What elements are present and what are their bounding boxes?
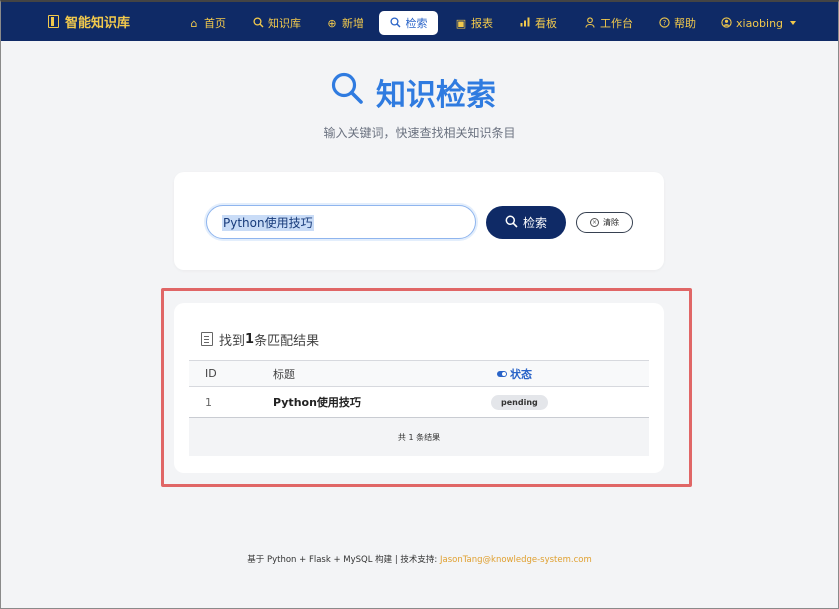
nav-item-knowledge-base[interactable]: 知识库	[250, 11, 303, 35]
help-icon: ?	[658, 16, 670, 30]
chevron-down-icon	[790, 21, 797, 25]
book-icon	[48, 15, 59, 28]
username: xiaobing	[736, 16, 784, 30]
user-circle-icon	[720, 16, 732, 30]
nav-item-label: 工作台	[600, 17, 633, 30]
clear-button[interactable]: × 清除	[576, 212, 633, 233]
highlight-box	[161, 288, 692, 487]
footer-email-link[interactable]: JasonTang@knowledge-system.com	[440, 555, 592, 565]
search-icon	[330, 71, 364, 113]
nav-item-label: 首页	[204, 17, 226, 30]
home-icon: ⌂	[190, 16, 198, 30]
page-footer: 基于 Python + Flask + MySQL 构建 | 技术支持: Jas…	[0, 553, 839, 565]
nav-item-label: 看板	[535, 17, 557, 30]
nav-item-help[interactable]: ? 帮助	[656, 11, 698, 35]
brand-logo[interactable]: 智能知识库	[48, 2, 130, 41]
nav-item-workbench[interactable]: 工作台	[582, 11, 635, 35]
page-subtitle: 输入关键词，快速查找相关知识条目	[323, 126, 516, 140]
nav-item-search[interactable]: 检索	[379, 11, 438, 35]
nav-item-home[interactable]: ⌂ 首页	[186, 11, 228, 35]
plus-circle-icon: ⊕	[327, 16, 337, 30]
svg-text:?: ?	[662, 19, 666, 27]
user-menu[interactable]: xiaobing	[718, 11, 798, 35]
nav-item-report[interactable]: ▣ 报表	[453, 11, 495, 35]
search-button-label: 检索	[522, 216, 547, 230]
nav-item-label: 帮助	[674, 17, 696, 30]
nav-item-label: 新增	[342, 17, 364, 30]
nav-item-label: 知识库	[268, 17, 301, 30]
bar-chart-icon	[519, 17, 531, 29]
page-title: 知识检索	[330, 71, 496, 113]
search-button[interactable]: 检索	[486, 206, 566, 239]
report-icon: ▣	[455, 16, 467, 30]
brand-name: 智能知识库	[65, 16, 131, 31]
search-icon	[505, 215, 518, 231]
footer-text: 基于 Python + Flask + MySQL 构建 | 技术支持:	[247, 555, 438, 565]
search-card: Python使用技巧 检索 × 清除	[174, 172, 664, 270]
nav-item-new[interactable]: ⊕ 新增	[324, 11, 366, 35]
nav-item-label: 检索	[405, 17, 428, 30]
page-title-text: 知识检索	[376, 78, 496, 113]
nav-item-dashboard[interactable]: 看板	[517, 11, 559, 35]
search-icon	[252, 16, 264, 30]
search-icon	[390, 16, 402, 30]
clear-button-label: 清除	[603, 218, 619, 227]
nav-item-label: 报表	[471, 17, 493, 30]
close-circle-icon: ×	[590, 218, 599, 227]
top-navbar: 智能知识库 ⌂ 首页 知识库 ⊕ 新增 检索 ▣ 报表 看板 工作台 ? 帮助 …	[1, 2, 838, 41]
search-input-selected-text: Python使用技巧	[222, 215, 314, 231]
user-icon	[584, 16, 596, 30]
